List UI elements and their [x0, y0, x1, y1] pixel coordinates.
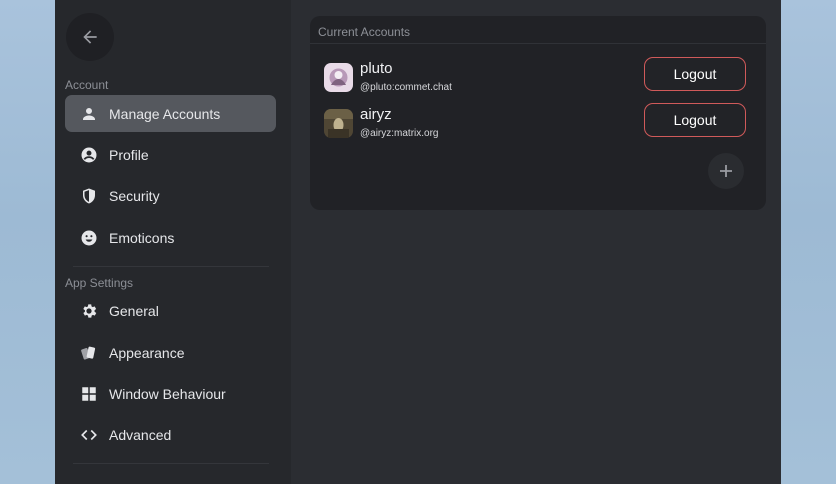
sidebar-item-emoticons[interactable]: Emoticons	[65, 219, 276, 256]
sidebar-item-label: Security	[109, 187, 160, 204]
back-button[interactable]	[66, 13, 114, 61]
sidebar-item-label: Advanced	[109, 426, 172, 443]
sidebar-item-window-behaviour[interactable]: Window Behaviour	[65, 375, 276, 412]
sidebar-divider	[73, 266, 269, 267]
arrow-left-icon	[83, 30, 97, 44]
app-settings-section-label: App Settings	[65, 276, 134, 290]
account-name: pluto	[360, 60, 393, 77]
account-circle-icon	[79, 145, 99, 165]
settings-content: Current Accounts pluto @pluto:commet.cha…	[291, 0, 781, 484]
account-id: @airyz:matrix.org	[360, 128, 439, 139]
current-accounts-card: Current Accounts pluto @pluto:commet.cha…	[310, 16, 766, 210]
sidebar-item-appearance[interactable]: Appearance	[65, 334, 276, 371]
sidebar-item-label: Window Behaviour	[109, 385, 226, 402]
account-row-pluto: pluto @pluto:commet.chat Logout	[324, 57, 754, 100]
gear-icon	[79, 301, 99, 321]
avatar	[324, 63, 353, 92]
plus-icon	[720, 165, 732, 177]
account-id: @pluto:commet.chat	[360, 82, 452, 93]
avatar	[324, 109, 353, 138]
sidebar-item-label: Profile	[109, 146, 149, 163]
settings-window: Account Manage Accounts Profile Security…	[55, 0, 781, 484]
sidebar-item-label: Emoticons	[109, 229, 175, 246]
sidebar-item-profile[interactable]: Profile	[65, 136, 276, 173]
sidebar-item-label: Appearance	[109, 344, 185, 361]
sidebar-item-label: Manage Accounts	[109, 105, 221, 122]
shield-icon	[79, 186, 99, 206]
logout-button[interactable]: Logout	[644, 103, 746, 137]
account-name: airyz	[360, 106, 392, 123]
cards-icon	[79, 343, 99, 363]
account-row-airyz: airyz @airyz:matrix.org Logout	[324, 103, 754, 146]
code-icon	[79, 425, 99, 445]
grid-icon	[79, 384, 99, 404]
account-section-label: Account	[65, 78, 109, 92]
sidebar-item-security[interactable]: Security	[65, 177, 276, 214]
card-separator	[310, 43, 766, 44]
sidebar-item-general[interactable]: General	[65, 292, 276, 329]
sidebar-divider	[73, 463, 269, 464]
sidebar-item-manage-accounts[interactable]: Manage Accounts	[65, 95, 276, 132]
person-icon	[79, 104, 99, 124]
logout-button[interactable]: Logout	[644, 57, 746, 91]
settings-sidebar: Account Manage Accounts Profile Security…	[55, 0, 291, 484]
card-title: Current Accounts	[318, 25, 411, 39]
sidebar-item-label: General	[109, 302, 159, 319]
add-account-button[interactable]	[708, 153, 744, 189]
sidebar-item-advanced[interactable]: Advanced	[65, 416, 276, 453]
emoji-icon	[79, 228, 99, 248]
